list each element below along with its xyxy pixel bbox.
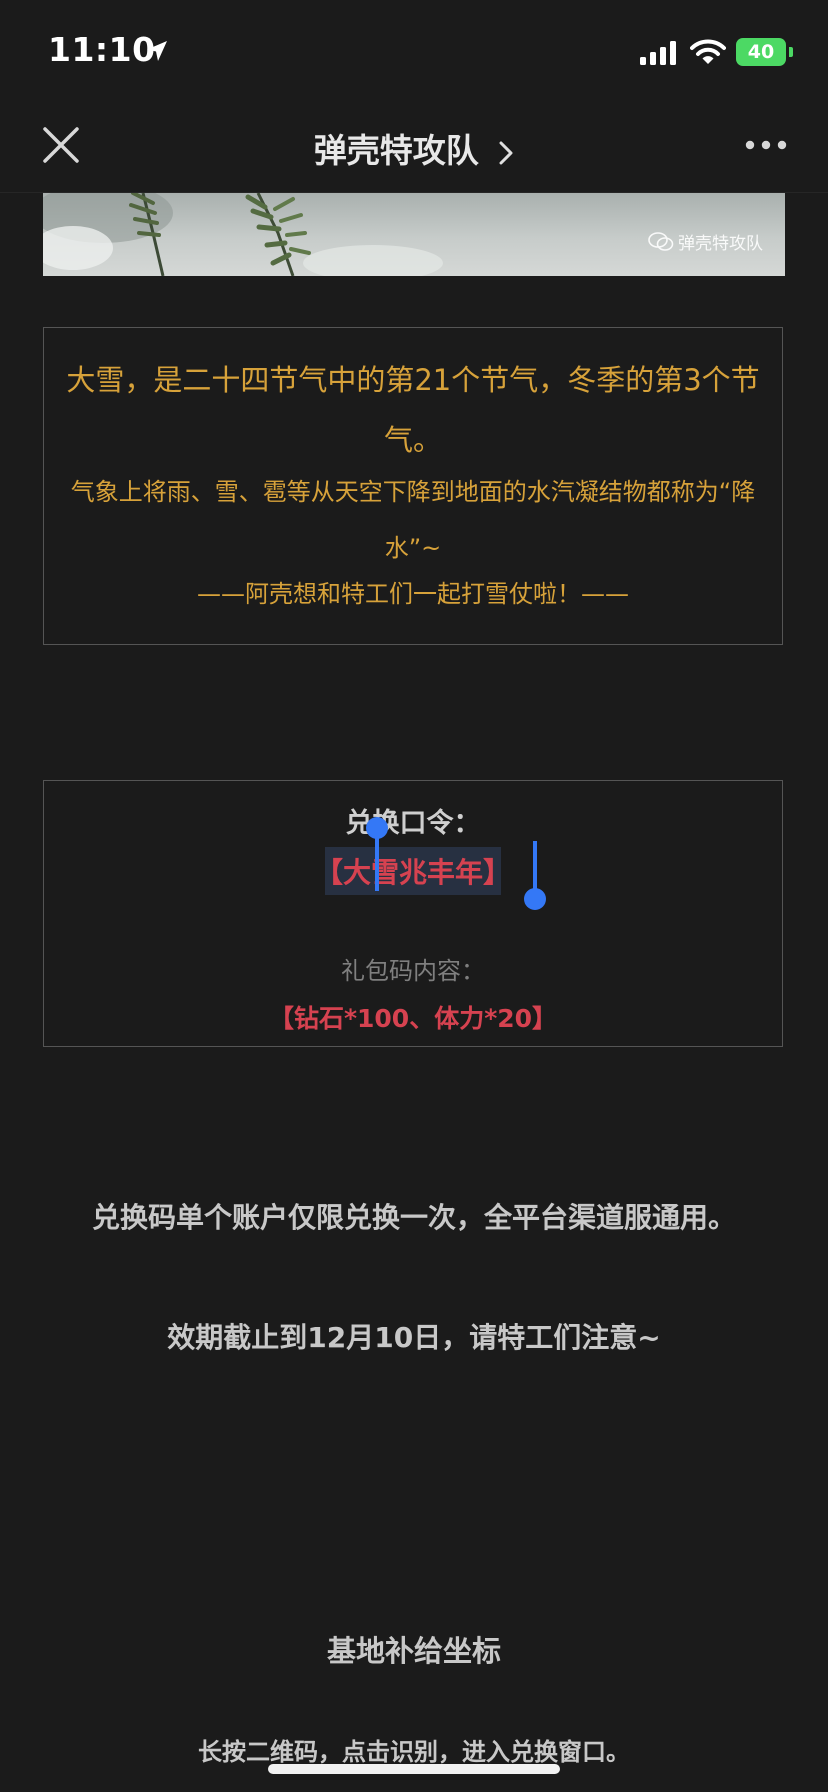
more-icon[interactable] [744, 138, 788, 152]
snowy-branch-illustration [43, 193, 443, 276]
intro-box: 大雪，是二十四节气中的第21个节气，冬季的第3个节气。 气象上将雨、雪、雹等从天… [43, 327, 783, 645]
battery-level: 40 [747, 41, 775, 63]
account-name-link[interactable]: 弹壳特攻队 [314, 131, 515, 170]
expiry-note: 效期截止到12月10日，请特工们注意~ [167, 1321, 661, 1354]
redeem-code-row: 【大雪兆丰年】 [44, 847, 782, 895]
intro-paragraph-1: 大雪，是二十四节气中的第21个节气，冬季的第3个节气。 [66, 363, 760, 457]
selection-start-knob[interactable] [366, 817, 388, 839]
qr-instruction: 长按二维码，点击识别，进入兑换窗口。 [198, 1738, 630, 1766]
redeem-code-box: 兑换口令： 【大雪兆丰年】 礼包码内容： 【钻石*100、体力*20】 [43, 780, 783, 1047]
account-name: 弹壳特攻队 [313, 131, 479, 170]
gift-content-value: 【钻石*100、体力*20】 [268, 1004, 558, 1033]
cellular-signal-icon [640, 41, 676, 65]
intro-paragraph-3: ——阿壳想和特工们一起打雪仗啦！—— [197, 580, 629, 608]
watermark: 弹壳特攻队 [648, 229, 763, 254]
intro-paragraph-2: 气象上将雨、雪、雹等从天空下降到地面的水汽凝结物都称为“降水”~ [70, 478, 756, 562]
gift-content-label: 礼包码内容： [341, 957, 485, 985]
battery-indicator: 40 [736, 38, 786, 66]
usage-note: 兑换码单个账户仅限兑换一次，全平台渠道服通用。 [91, 1201, 736, 1234]
battery-cap [789, 47, 793, 57]
status-bar: 11:10 40 [0, 0, 828, 100]
chevron-right-icon [499, 141, 513, 164]
wifi-icon [690, 39, 726, 64]
redeem-code-value[interactable]: 【大雪兆丰年】 [310, 847, 515, 895]
location-arrow-icon [147, 41, 167, 61]
article-header-image: 弹壳特攻队 [43, 193, 785, 276]
status-time: 11:10 [48, 30, 156, 69]
selection-end-knob[interactable] [524, 888, 546, 910]
watermark-text: 弹壳特攻队 [678, 234, 763, 254]
section-title: 基地补给坐标 [326, 1634, 501, 1668]
account-title: 弹壳特攻队 [0, 124, 828, 172]
redeem-code-label: 兑换口令： [345, 808, 481, 839]
nav-bar: 弹壳特攻队 [0, 100, 828, 193]
home-indicator[interactable] [268, 1764, 560, 1774]
wechat-icon [648, 231, 674, 251]
